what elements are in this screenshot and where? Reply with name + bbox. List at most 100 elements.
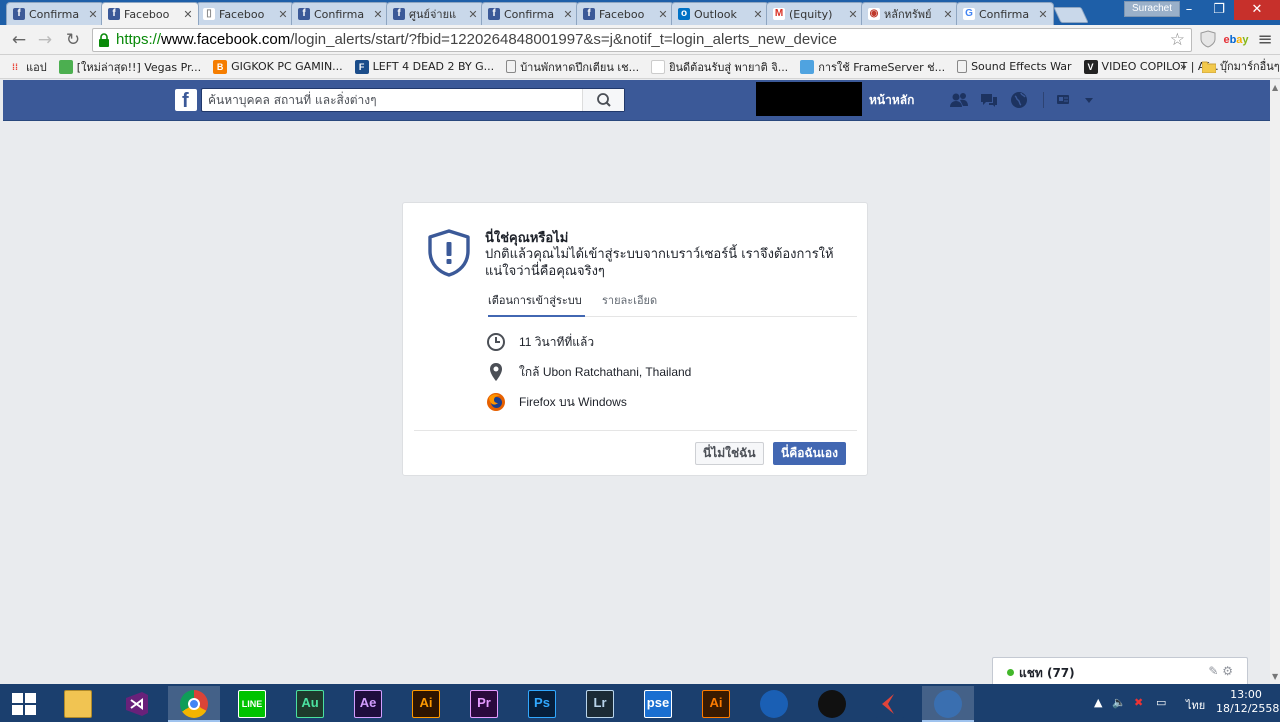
address-bar[interactable]: https://www.facebook.com/login_alerts/st… <box>92 28 1192 52</box>
browser-tab[interactable]: f Confirma ✕ <box>291 2 389 25</box>
browser-tab[interactable]: ▯ Faceboo ✕ <box>196 2 294 25</box>
close-tab-icon[interactable]: ✕ <box>182 8 194 21</box>
browser-tab[interactable]: ◉ หลักทรัพย์ ✕ <box>861 2 959 25</box>
system-clock[interactable]: 13:00 18/12/2558 <box>1216 688 1279 716</box>
jewel-icons <box>949 90 1039 110</box>
bookmarks-overflow-button[interactable]: » <box>1180 55 1187 79</box>
new-badge-icon <box>58 59 73 74</box>
ebay-extension-icon[interactable]: ebay <box>1222 30 1250 50</box>
bookmark-item[interactable]: F LEFT 4 DEAD 2 BY G... <box>354 58 495 76</box>
taskbar-app[interactable]: Ai <box>690 686 742 722</box>
audition-icon: Au <box>296 690 324 718</box>
close-tab-icon[interactable]: ✕ <box>752 8 764 21</box>
close-tab-icon[interactable]: ✕ <box>277 8 289 21</box>
browser-tab[interactable]: f Faceboo ✕ <box>101 2 199 25</box>
tray-overflow-icon[interactable]: ▲ <box>1094 696 1102 709</box>
close-tab-icon[interactable]: ✕ <box>562 8 574 21</box>
scroll-up-icon[interactable]: ▲ <box>1272 83 1278 92</box>
forward-arrow-icon[interactable]: → <box>34 29 56 51</box>
friend-requests-icon[interactable] <box>949 90 969 110</box>
close-tab-icon[interactable]: ✕ <box>87 8 99 21</box>
close-tab-icon[interactable]: ✕ <box>1037 8 1049 21</box>
torrent-icon <box>934 690 962 718</box>
bookmarks-bar: ⁞⁞ แอป [ใหม่ล่าสุด!!] Vegas Pr... B GIGKOK P… <box>0 55 1280 79</box>
bookmark-item[interactable]: บ้านพักหาดปึกเตียน เช... <box>506 58 639 76</box>
app-label: Au <box>301 695 319 710</box>
search-input[interactable] <box>202 89 582 111</box>
new-tab-button[interactable] <box>1053 7 1089 23</box>
bookmark-item[interactable]: V VIDEO COPILOT | Af... <box>1083 58 1219 76</box>
vertical-scrollbar[interactable]: ▲ ▼ <box>1270 80 1280 684</box>
not-me-button[interactable]: นี่ไม่ใช่ฉัน <box>695 442 764 465</box>
bookmark-item[interactable]: [ใหม่ล่าสุด!!] Vegas Pr... <box>58 58 201 76</box>
photoshop-elements-icon: pse <box>644 690 672 718</box>
browser-tab[interactable]: M (Equity) ✕ <box>766 2 864 25</box>
tab-login-alert[interactable]: เตือนการเข้าสู่ระบบ <box>488 293 585 317</box>
volume-icon[interactable]: 🔈 <box>1112 696 1126 709</box>
minimize-button[interactable]: – <box>1174 0 1204 20</box>
browser-tab[interactable]: o Outlook ✕ <box>671 2 769 25</box>
browser-tab[interactable]: f ศูนย์จ่ายแ ✕ <box>386 2 484 25</box>
browser-tab[interactable]: f Faceboo ✕ <box>576 2 674 25</box>
facebook-logo[interactable]: f <box>175 89 197 112</box>
taskbar-app[interactable]: LINE <box>226 686 278 722</box>
taskbar-app[interactable]: pse <box>632 686 684 722</box>
other-bookmarks-folder[interactable]: บุ๊กมาร์กอื่นๆ <box>1202 55 1280 79</box>
profile-button[interactable]: Surachet <box>1124 1 1180 17</box>
notifications-globe-icon[interactable] <box>1009 90 1029 110</box>
scroll-down-icon[interactable]: ▼ <box>1272 672 1278 681</box>
close-tab-icon[interactable]: ✕ <box>847 8 859 21</box>
bookmark-item[interactable]: ยินดีต้อนรับสู่ พายาติ จิ... <box>651 58 788 76</box>
bookmark-label: LEFT 4 DEAD 2 BY G... <box>372 60 495 73</box>
taskbar-app[interactable] <box>168 686 220 722</box>
close-window-button[interactable]: ✕ <box>1234 0 1280 20</box>
detail-browser-text: Firefox บน Windows <box>519 394 627 409</box>
chat-sidebar-tab[interactable]: แชท (77) ✎ ⚙ <box>992 657 1248 685</box>
menu-icon[interactable]: ≡ <box>1256 30 1274 50</box>
taskbar-app[interactable] <box>748 686 800 722</box>
taskbar-app[interactable] <box>864 686 916 722</box>
action-center-icon[interactable]: ▭ <box>1156 696 1166 709</box>
messages-icon[interactable] <box>979 90 999 110</box>
taskbar-app[interactable]: Lr <box>574 686 626 722</box>
restore-button[interactable]: ❐ <box>1204 0 1234 20</box>
gear-icon[interactable]: ⚙ <box>1222 664 1233 678</box>
home-link[interactable]: หน้าหลัก <box>869 91 914 110</box>
bookmark-item[interactable]: การใช้ FrameServer ช่... <box>800 58 945 76</box>
close-tab-icon[interactable]: ✕ <box>372 8 384 21</box>
taskbar-app[interactable] <box>110 686 162 722</box>
back-arrow-icon[interactable]: ← <box>8 29 30 51</box>
close-tab-icon[interactable]: ✕ <box>942 8 954 21</box>
shield-extension-icon[interactable] <box>1198 30 1218 50</box>
language-indicator[interactable]: ไทย <box>1186 696 1205 714</box>
detail-row-time: 11 วินาทีที่แล้ว <box>486 327 691 357</box>
taskbar-app[interactable]: Ps <box>516 686 568 722</box>
close-tab-icon[interactable]: ✕ <box>657 8 669 21</box>
bookmark-item[interactable]: ⁞⁞ แอป <box>8 58 47 76</box>
taskbar-app[interactable]: Ae <box>342 686 394 722</box>
bookmark-star-icon[interactable]: ☆ <box>1170 30 1185 50</box>
search-button[interactable] <box>582 89 624 111</box>
browser-tab[interactable]: f Confirma ✕ <box>6 2 104 25</box>
taskbar-app[interactable] <box>922 686 974 722</box>
windows-start-icon[interactable] <box>12 693 36 715</box>
privacy-shortcuts-icon[interactable] <box>1055 93 1095 107</box>
network-error-icon[interactable]: ✖ <box>1134 696 1143 709</box>
reload-icon[interactable]: ↻ <box>62 29 84 51</box>
this-is-me-button[interactable]: นี่คือฉันเอง <box>773 442 846 465</box>
taskbar-app[interactable] <box>52 686 104 722</box>
taskbar-app[interactable]: Au <box>284 686 336 722</box>
compose-icon[interactable]: ✎ <box>1208 664 1218 678</box>
bookmark-label: ยินดีต้อนรับสู่ พายาติ จิ... <box>669 60 789 74</box>
browser-tab[interactable]: G Confirma ✕ <box>956 2 1054 25</box>
bookmark-item[interactable]: Sound Effects War <box>957 58 1072 76</box>
taskbar-app[interactable]: Pr <box>458 686 510 722</box>
bookmark-item[interactable]: B GIGKOK PC GAMIN... <box>213 58 343 76</box>
taskbar-app[interactable]: Ai <box>400 686 452 722</box>
tab-title: Confirma <box>504 7 555 21</box>
close-tab-icon[interactable]: ✕ <box>467 8 479 21</box>
tab-details[interactable]: รายละเอียด <box>602 293 657 317</box>
taskbar-app[interactable] <box>806 686 858 722</box>
login-alert-card: นี่ใช่คุณหรือไม่ ปกติแล้วคุณไม่ได้เข้าสู… <box>402 202 868 476</box>
browser-tab[interactable]: f Confirma ✕ <box>481 2 579 25</box>
